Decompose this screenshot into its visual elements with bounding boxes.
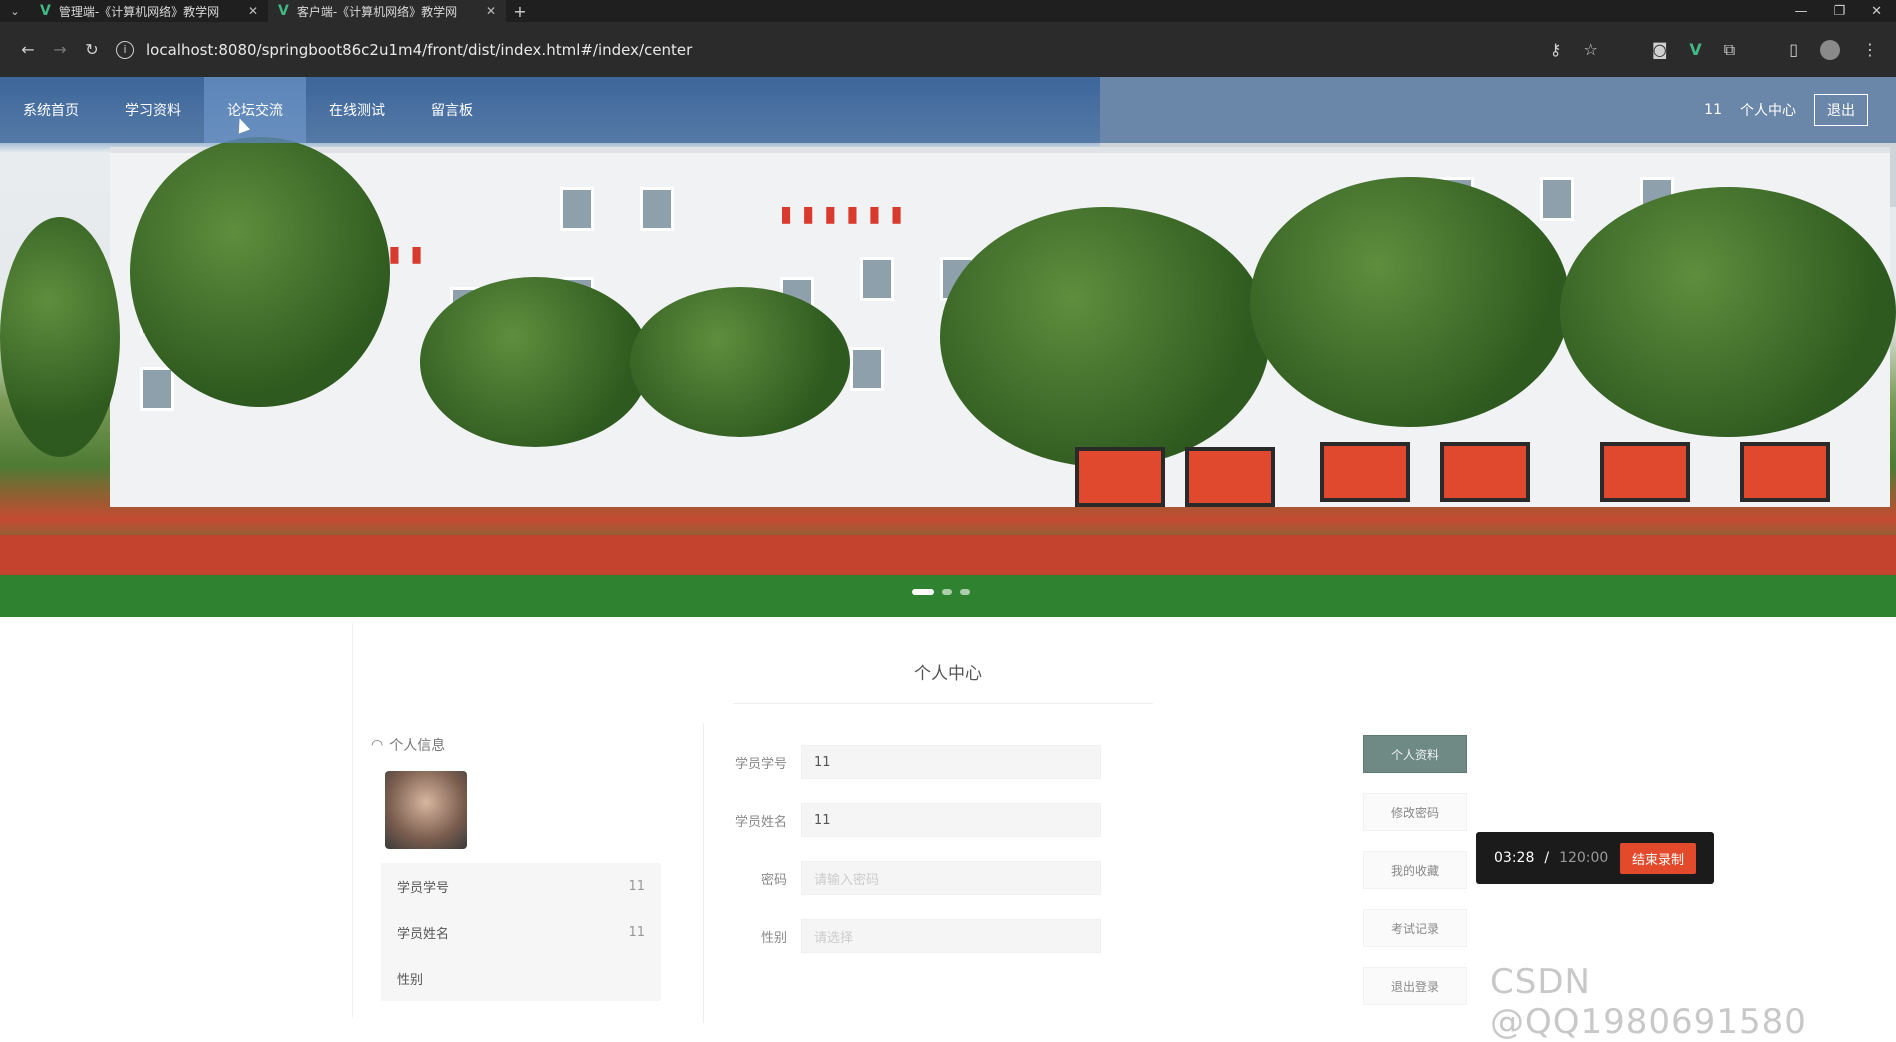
browser-tab-admin[interactable]: V 管理端-《计算机网络》教学网 ✕ bbox=[30, 0, 268, 22]
sidepanel-icon[interactable]: ▯ bbox=[1789, 40, 1798, 59]
form-row: 密码 请输入密码 bbox=[733, 849, 1113, 907]
window-controls: — ❐ ✕ bbox=[1794, 4, 1896, 19]
watermark: CSDN @QQ1980691580 bbox=[1490, 962, 1807, 1042]
avatar[interactable] bbox=[385, 771, 467, 849]
logout-button[interactable]: 退出 bbox=[1814, 94, 1868, 126]
url-text[interactable]: localhost:8080/springboot86c2u1m4/front/… bbox=[146, 41, 692, 59]
center-actions: 个人资料 修改密码 我的收藏 考试记录 退出登录 bbox=[1363, 735, 1473, 1005]
screen-recorder-overlay: 03:28 / 120:00 结束录制 bbox=[1476, 832, 1714, 884]
info-value: 11 bbox=[628, 878, 645, 894]
restore-icon[interactable]: ❐ bbox=[1833, 4, 1845, 19]
new-tab-icon[interactable]: + bbox=[506, 2, 534, 21]
profile-button[interactable]: 个人资料 bbox=[1363, 735, 1467, 773]
recording-total: 120:00 bbox=[1559, 850, 1609, 866]
site-info-icon[interactable]: i bbox=[116, 40, 134, 59]
vue-logo-icon: V bbox=[278, 3, 289, 19]
info-label: 学员姓名 bbox=[397, 926, 450, 942]
carousel-dot[interactable] bbox=[960, 589, 970, 595]
site-nav: 系统首页 学习资料 论坛交流 在线测试 留言板 11 个人中心 退出 bbox=[0, 77, 1896, 143]
info-list: 学员学号 11 学员姓名 11 性别 bbox=[381, 863, 661, 1001]
personal-center: 个人中心 ◠ 个人信息 学员学号 11 学员姓名 11 性别 学员学号 11 学… bbox=[0, 617, 1896, 1023]
url-field[interactable]: i localhost:8080/springboot86c2u1m4/fron… bbox=[116, 32, 1550, 68]
tab-title: 客户端-《计算机网络》教学网 bbox=[296, 4, 458, 19]
tab-title: 管理端-《计算机网络》教学网 bbox=[58, 4, 220, 19]
page-title: 个人中心 bbox=[914, 664, 982, 684]
form-row: 学员学号 11 bbox=[733, 733, 1113, 791]
card-title: 个人信息 bbox=[389, 738, 446, 754]
nav-home[interactable]: 系统首页 bbox=[0, 77, 102, 143]
profile-avatar-icon[interactable] bbox=[1820, 39, 1840, 60]
nav-profile-link[interactable]: 个人中心 bbox=[1740, 100, 1796, 120]
field-label: 性别 bbox=[760, 930, 787, 946]
password-input[interactable]: 请输入密码 bbox=[801, 861, 1101, 895]
browser-address-bar: ← → ↻ i localhost:8080/springboot86c2u1m… bbox=[0, 22, 1896, 77]
extensions-icon[interactable]: ⧉ bbox=[1724, 40, 1735, 60]
form-row: 学员姓名 11 bbox=[733, 791, 1113, 849]
vue-devtools-icon[interactable]: V bbox=[1689, 40, 1701, 59]
close-icon[interactable]: ✕ bbox=[486, 4, 496, 18]
info-value: 11 bbox=[628, 924, 645, 940]
vue-logo-icon: V bbox=[40, 3, 51, 19]
form-row: 性别 请选择 bbox=[733, 907, 1113, 965]
field-label: 密码 bbox=[760, 872, 787, 888]
carousel-dot[interactable] bbox=[912, 589, 934, 595]
incognito-extension-icon[interactable]: ◙ bbox=[1652, 40, 1668, 59]
card-header: ◠ 个人信息 bbox=[371, 733, 681, 757]
profile-card: ◠ 个人信息 学员学号 11 学员姓名 11 性别 bbox=[371, 733, 681, 1023]
gender-select[interactable]: 请选择 bbox=[801, 919, 1101, 953]
list-item: 性别 bbox=[381, 955, 661, 1001]
nav-online-test[interactable]: 在线测试 bbox=[306, 77, 408, 143]
nav-message-board[interactable]: 留言板 bbox=[408, 77, 496, 143]
close-icon[interactable]: ✕ bbox=[248, 4, 258, 18]
list-item: 学员姓名 11 bbox=[381, 909, 661, 955]
star-icon[interactable]: ☆ bbox=[1583, 40, 1597, 59]
favorites-button[interactable]: 我的收藏 bbox=[1363, 851, 1467, 889]
carousel-dot[interactable] bbox=[942, 589, 952, 595]
back-arrow-icon[interactable]: ← bbox=[12, 40, 44, 59]
browser-tab-bar: ⌄ V 管理端-《计算机网络》教学网 ✕ V 客户端-《计算机网络》教学网 ✕ … bbox=[0, 0, 1896, 22]
browser-toolbar: ⚷ ☆ ◙ V ⧉ ▯ ⋮ bbox=[1550, 39, 1884, 60]
center-panel: 个人中心 ◠ 个人信息 学员学号 11 学员姓名 11 性别 学员学号 11 学… bbox=[352, 623, 1467, 1023]
forward-arrow-icon[interactable]: → bbox=[44, 40, 76, 59]
logout-action-button[interactable]: 退出登录 bbox=[1363, 967, 1467, 1005]
user-icon: ◠ bbox=[371, 737, 384, 753]
minimize-icon[interactable]: — bbox=[1794, 4, 1807, 19]
info-label: 性别 bbox=[397, 972, 424, 988]
field-label: 学员学号 bbox=[734, 756, 787, 772]
tab-search-icon[interactable]: ⌄ bbox=[0, 0, 30, 22]
reload-icon[interactable]: ↻ bbox=[76, 40, 108, 59]
nav-forum[interactable]: 论坛交流 bbox=[204, 77, 306, 143]
browser-tab-client[interactable]: V 客户端-《计算机网络》教学网 ✕ bbox=[268, 0, 506, 22]
username: 11 bbox=[1704, 102, 1722, 118]
key-icon[interactable]: ⚷ bbox=[1550, 40, 1562, 59]
field-label: 学员姓名 bbox=[734, 814, 787, 830]
list-item: 学员学号 11 bbox=[381, 863, 661, 909]
exam-records-button[interactable]: 考试记录 bbox=[1363, 909, 1467, 947]
menu-kebab-icon[interactable]: ⋮ bbox=[1862, 40, 1878, 59]
hero-carousel: ▮▮▮▮▮▮ ▮▮▮▮▮▮ bbox=[0, 77, 1896, 617]
nav-study-materials[interactable]: 学习资料 bbox=[102, 77, 204, 143]
info-label: 学员学号 bbox=[397, 880, 450, 896]
stop-recording-button[interactable]: 结束录制 bbox=[1619, 842, 1696, 874]
nav-user-area: 11 个人中心 退出 bbox=[1704, 94, 1896, 126]
student-id-input[interactable]: 11 bbox=[801, 745, 1101, 779]
window-close-icon[interactable]: ✕ bbox=[1871, 4, 1882, 19]
recording-elapsed: 03:28 bbox=[1494, 850, 1535, 866]
carousel-indicators bbox=[912, 589, 970, 595]
student-name-input[interactable]: 11 bbox=[801, 803, 1101, 837]
change-password-button[interactable]: 修改密码 bbox=[1363, 793, 1467, 831]
profile-form: 学员学号 11 学员姓名 11 密码 请输入密码 性别 请选择 bbox=[733, 733, 1113, 965]
